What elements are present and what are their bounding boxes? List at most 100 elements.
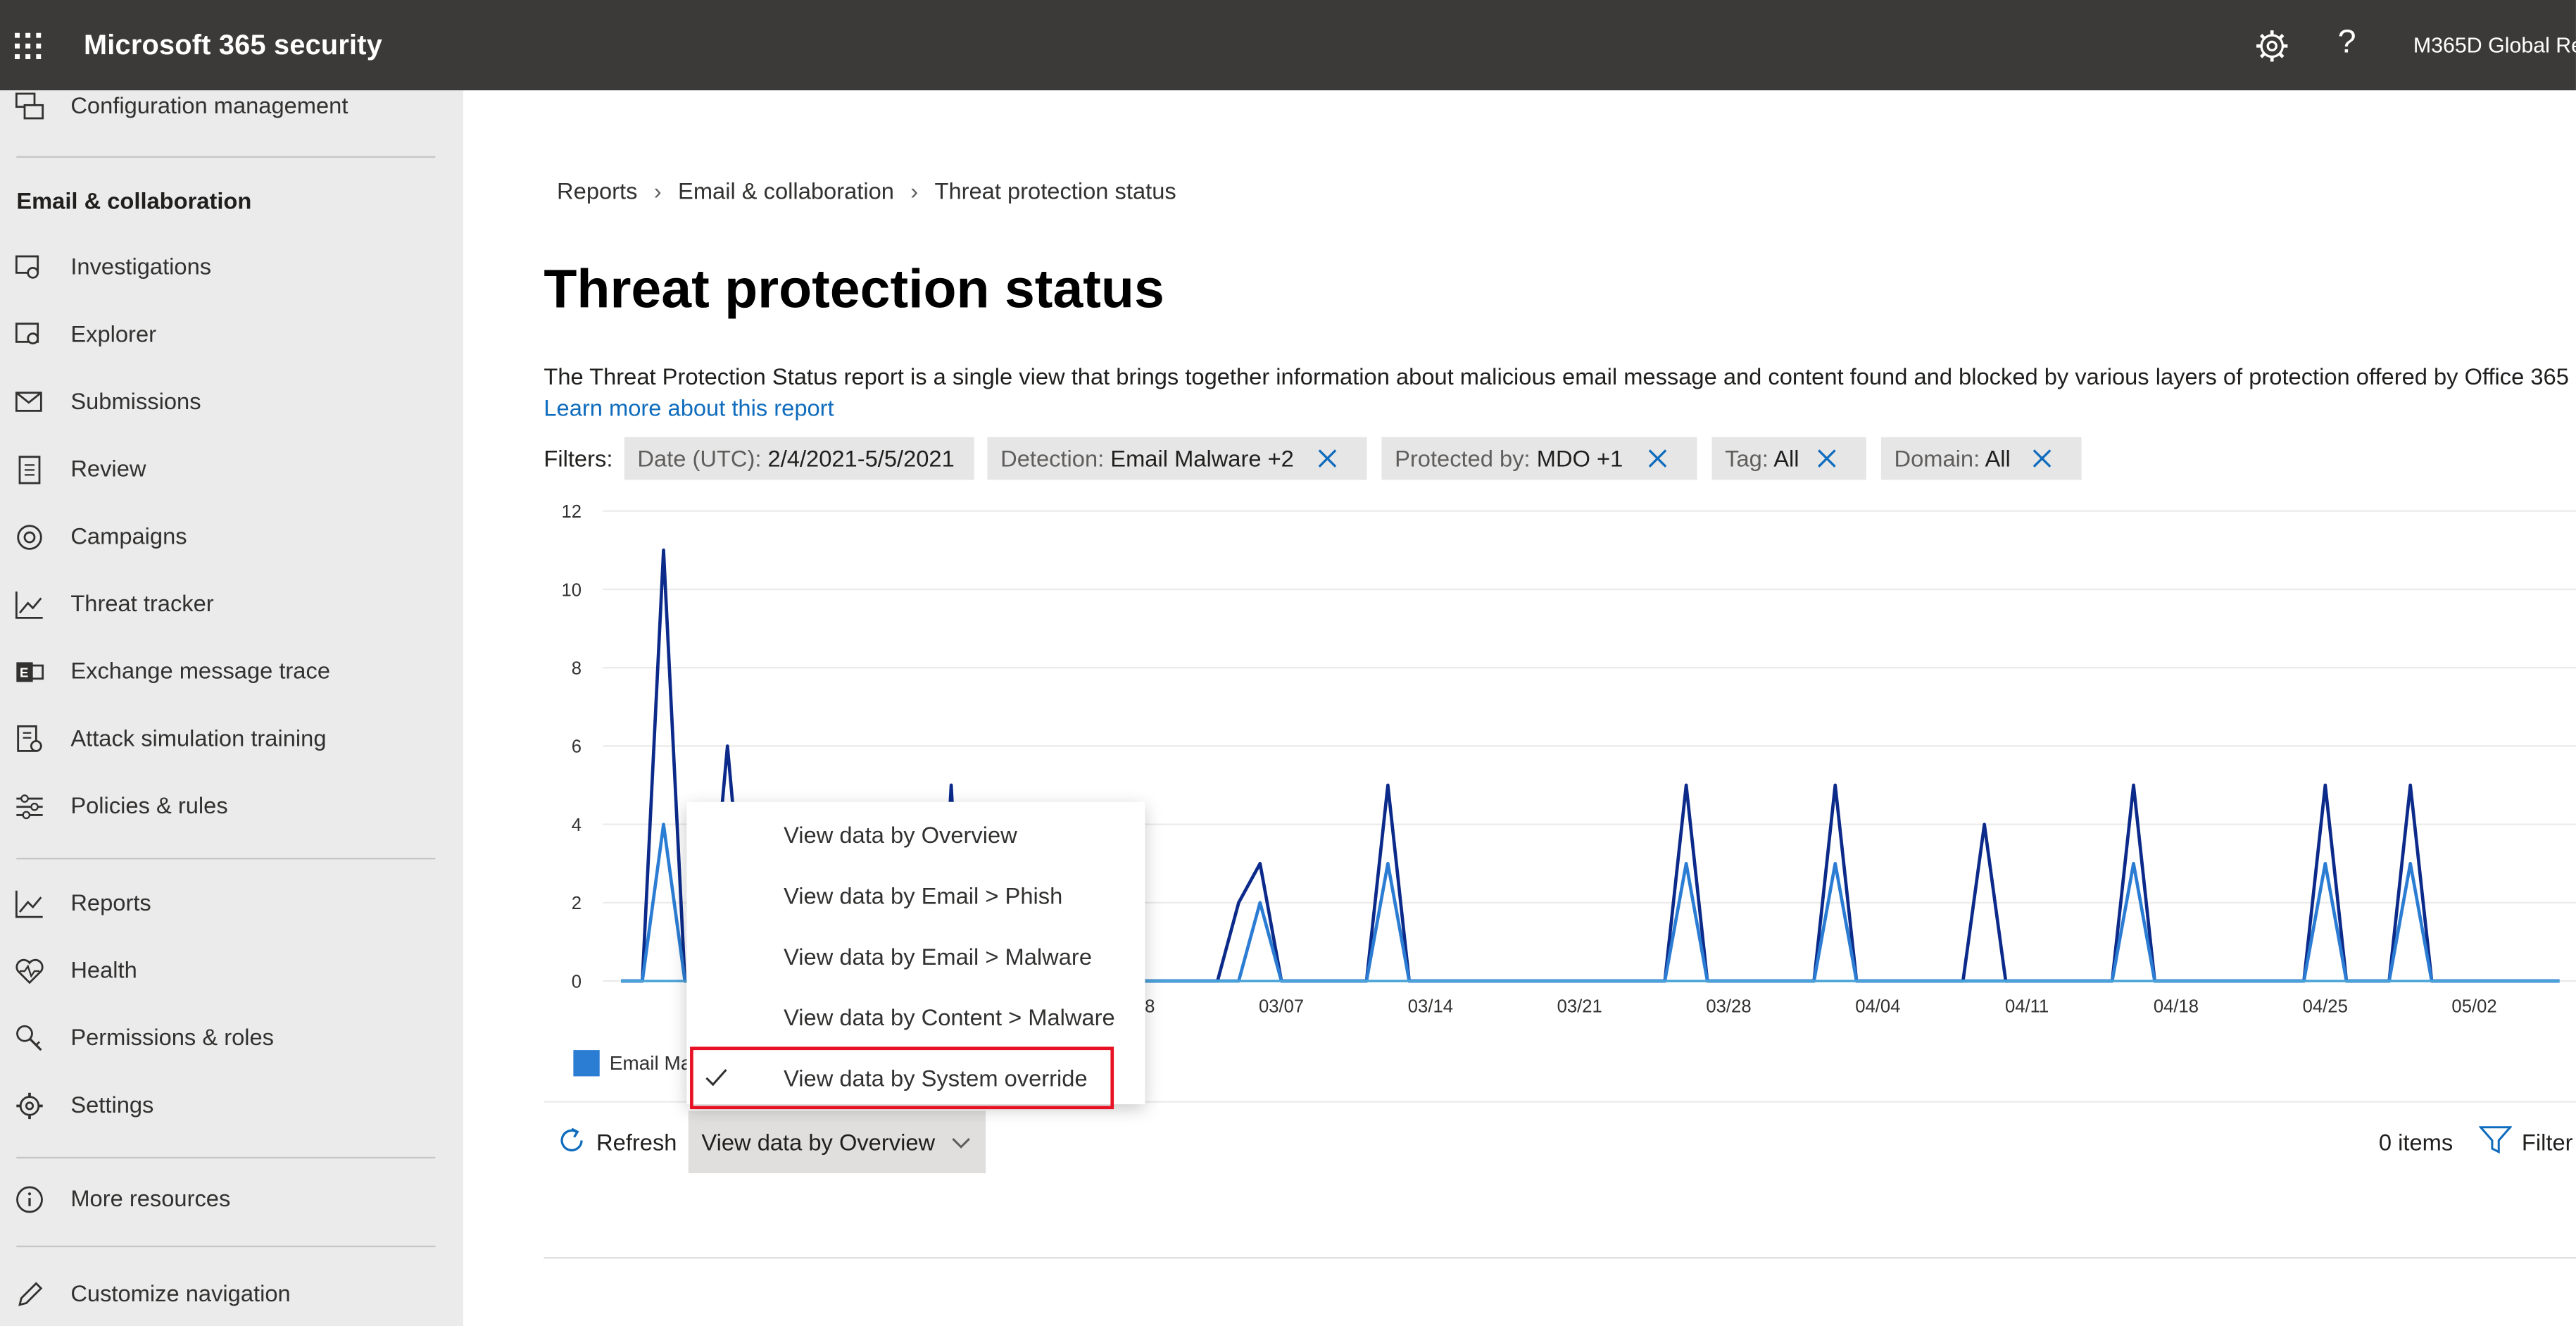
y-tick-label: 8 [572, 659, 582, 679]
filter-pill-protected-by[interactable]: Protected by: MDO +1 [1381, 437, 1697, 480]
view-data-menu: View data by Overview View data by Email… [686, 801, 1145, 1110]
menu-item-label: View data by Content > Malware [784, 1003, 1115, 1031]
menu-item-email-phish[interactable]: View data by Email > Phish [686, 868, 1145, 923]
breadcrumb-current: Threat protection status [934, 177, 1176, 204]
user-account[interactable]: M365D Global Re [2413, 33, 2576, 58]
filter-pill-detection[interactable]: Detection: Email Malware +2 [987, 437, 1367, 480]
close-icon[interactable] [1817, 449, 1837, 468]
nav-divider [16, 1156, 436, 1159]
refresh-button[interactable]: Refresh [596, 1129, 677, 1155]
menu-item-email-malware[interactable]: View data by Email > Malware [686, 928, 1145, 984]
sidebar-item-more-resources[interactable]: More resources [0, 1178, 463, 1221]
sidebar-item-exchange-message-trace[interactable]: E Exchange message trace [0, 651, 463, 694]
filter-pill-date[interactable]: Date (UTC): 2/4/2021-5/5/2021 [624, 437, 974, 480]
menu-item-label: View data by Email > Malware [784, 943, 1093, 970]
x-tick-label: 04/18 [2154, 996, 2199, 1016]
sidebar-item-label: Attack simulation training [70, 725, 327, 751]
policies-icon [16, 794, 43, 820]
sidebar-item-threat-tracker[interactable]: Threat tracker [0, 583, 463, 626]
sidebar-item-label: Submissions [70, 387, 201, 415]
sidebar-item-investigations[interactable]: Investigations [0, 246, 463, 289]
sidebar-item-label: Reports [70, 889, 151, 915]
nav-divider [16, 1245, 436, 1248]
sidebar-item-label: Customize navigation [70, 1280, 291, 1307]
chevron-right-icon: › [910, 177, 919, 204]
close-icon[interactable] [2032, 449, 2052, 468]
breadcrumb: Reports › Email & collaboration › Threat pro… [557, 177, 1176, 204]
sidebar-item-attack-simulation-training[interactable]: Attack simulation training [0, 718, 463, 761]
x-tick-label: 03/21 [1557, 996, 1602, 1016]
sidebar-item-health[interactable]: Health [0, 950, 463, 993]
legend-label: Email Ma [609, 1051, 692, 1075]
filter-value: All [1773, 445, 1799, 472]
app-title[interactable]: Microsoft 365 security [84, 30, 382, 63]
nav-divider [16, 156, 436, 158]
items-count: 0 items [2378, 1129, 2454, 1156]
close-icon[interactable] [1317, 449, 1337, 468]
svg-text:E: E [20, 665, 28, 680]
sidebar-item-label: More resources [70, 1184, 231, 1211]
refresh-icon[interactable] [557, 1125, 586, 1155]
sidebar-item-policies-rules[interactable]: Policies & rules [0, 785, 463, 828]
nav-section-email-collaboration: Email & collaboration [16, 187, 252, 214]
page-description: The Threat Protection Status report is a… [544, 361, 2576, 424]
breadcrumb-reports[interactable]: Reports [557, 177, 637, 204]
close-icon[interactable] [1648, 449, 1668, 468]
sidebar-item-label: Explorer [70, 320, 157, 347]
sidebar-item-label: Policies & rules [70, 792, 228, 819]
sidebar-item-permissions-roles[interactable]: Permissions & roles [0, 1017, 463, 1060]
explorer-icon [15, 323, 39, 345]
menu-item-content-malware[interactable]: View data by Content > Malware [686, 989, 1145, 1045]
filter-pill-domain[interactable]: Domain: All [1880, 437, 2082, 480]
sidebar-item-configuration-management[interactable]: Configuration management [0, 85, 463, 128]
filter-value: 2/4/2021-5/5/2021 [767, 445, 955, 472]
x-tick-label: 05/02 [2451, 996, 2496, 1016]
view-data-dropdown[interactable]: View data by Overview [688, 1111, 986, 1174]
y-tick-label: 10 [562, 580, 582, 600]
filter-key: Domain: [1894, 445, 1980, 472]
sidebar-item-submissions[interactable]: Submissions [0, 381, 463, 424]
config-icon [15, 92, 44, 120]
x-tick-label: 03/07 [1259, 996, 1304, 1016]
sidebar-item-customize-navigation[interactable]: Customize navigation [0, 1273, 463, 1316]
investigations-icon [15, 255, 39, 279]
sidebar-item-label: Health [70, 956, 137, 983]
sidebar-item-label: Exchange message trace [70, 657, 330, 684]
menu-item-system-override[interactable]: View data by System override [690, 1046, 1114, 1110]
help-icon[interactable]: ? [2338, 25, 2356, 63]
sidebar-item-settings[interactable]: Settings [0, 1084, 463, 1127]
health-icon [15, 958, 44, 984]
top-bar: Microsoft 365 security ? M365D Global Re [0, 0, 2576, 91]
y-tick-label: 2 [572, 894, 582, 913]
menu-item-label: View data by Email > Phish [784, 882, 1063, 909]
app-launcher-icon[interactable] [15, 32, 42, 60]
chevron-right-icon: › [653, 177, 662, 204]
x-tick-label: 03/28 [1706, 996, 1751, 1016]
x-tick-label: 03/14 [1408, 996, 1453, 1016]
sidebar-item-label: Settings [70, 1091, 154, 1118]
sidebar-item-label: Campaigns [70, 523, 187, 549]
sidebar-item-explorer[interactable]: Explorer [0, 314, 463, 357]
reports-icon [15, 890, 43, 918]
learn-more-link[interactable]: Learn more about this report [544, 394, 834, 420]
permissions-key-icon [16, 1025, 42, 1051]
checkmark-icon [705, 1069, 727, 1087]
breadcrumb-email-collaboration[interactable]: Email & collaboration [678, 177, 894, 204]
sidebar-item-campaigns[interactable]: Campaigns [0, 516, 463, 559]
filter-pill-tag[interactable]: Tag: All [1711, 437, 1866, 480]
report-toolbar: Refresh View data by Overview 0 items Fi… [544, 1111, 2576, 1176]
filter-value: Email Malware +2 [1110, 445, 1294, 472]
x-tick-label: 04/11 [2005, 996, 2049, 1016]
sidebar-item-label: Review [70, 455, 146, 482]
filter-icon[interactable] [2479, 1125, 2512, 1155]
settings-icon [16, 1092, 43, 1120]
filter-button[interactable]: Filter [2522, 1129, 2573, 1155]
filter-key: Detection: [1000, 445, 1105, 472]
sidebar-item-reports[interactable]: Reports [0, 882, 463, 925]
sidebar-item-review[interactable]: Review [0, 449, 463, 492]
menu-item-overview[interactable]: View data by Overview [686, 807, 1145, 863]
sidebar-item-label: Permissions & roles [70, 1023, 275, 1051]
chevron-down-icon [952, 1138, 970, 1149]
settings-gear-icon[interactable] [2254, 28, 2290, 64]
y-tick-label: 6 [572, 737, 582, 757]
